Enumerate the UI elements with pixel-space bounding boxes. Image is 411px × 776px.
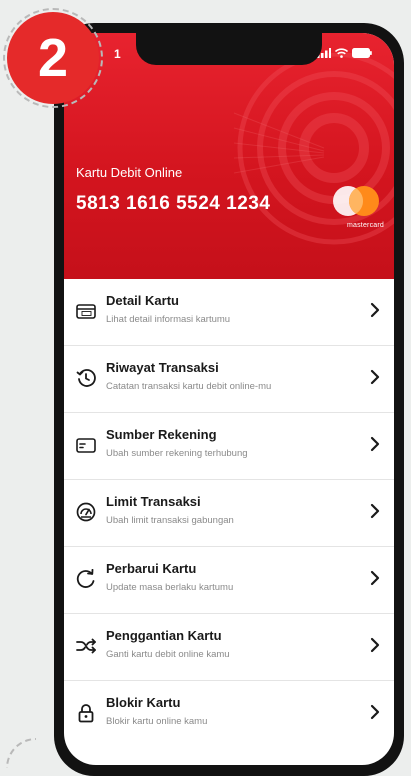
- menu-item-title: Detail Kartu: [106, 293, 179, 308]
- gauge-icon: [76, 502, 96, 522]
- menu-item-title: Perbarui Kartu: [106, 561, 197, 576]
- chevron-right-icon: [370, 704, 380, 720]
- chevron-right-icon: [370, 637, 380, 653]
- menu-item-subtitle: Ganti kartu debit online kamu: [106, 649, 230, 660]
- menu-item-title: Blokir Kartu: [106, 695, 181, 710]
- menu-item-blokir-kartu[interactable]: Blokir Kartu Blokir kartu online kamu: [64, 681, 394, 747]
- menu-item-title: Penggantian Kartu: [106, 628, 222, 643]
- chevron-right-icon: [370, 369, 380, 385]
- battery-icon: [352, 48, 372, 58]
- menu-item-subtitle: Blokir kartu online kamu: [106, 716, 208, 727]
- debit-card-header: 1 Kartu Debit Online 5813 1616 5524 1234…: [64, 33, 394, 279]
- menu-item-riwayat-transaksi[interactable]: Riwayat Transaksi Catatan transaksi kart…: [64, 346, 394, 413]
- menu-item-detail-kartu[interactable]: Detail Kartu Lihat detail informasi kart…: [64, 279, 394, 346]
- step-number: 2: [7, 12, 99, 104]
- card-number: 5813 1616 5524 1234: [76, 193, 271, 214]
- phone-notch: [136, 33, 322, 65]
- tutorial-stage: 1 Kartu Debit Online 5813 1616 5524 1234…: [0, 0, 411, 776]
- status-bar-time: 1: [114, 47, 121, 61]
- account-card-icon: [76, 438, 96, 453]
- mastercard-logo-icon: [333, 186, 379, 216]
- menu-item-subtitle: Lihat detail informasi kartumu: [106, 314, 231, 325]
- phone-screen: 1 Kartu Debit Online 5813 1616 5524 1234…: [64, 33, 394, 765]
- step-badge: 2: [3, 8, 107, 108]
- status-bar-icons: [317, 48, 372, 58]
- menu-item-perbarui-kartu[interactable]: Perbarui Kartu Update masa berlaku kartu…: [64, 547, 394, 614]
- chevron-right-icon: [370, 503, 380, 519]
- chevron-right-icon: [370, 436, 380, 452]
- card-swirl-decoration: [233, 53, 394, 245]
- wifi-icon: [335, 48, 348, 58]
- card-menu-list: Detail Kartu Lihat detail informasi kart…: [64, 279, 394, 747]
- menu-item-penggantian-kartu[interactable]: Penggantian Kartu Ganti kartu debit onli…: [64, 614, 394, 681]
- menu-item-subtitle: Update masa berlaku kartumu: [106, 582, 234, 593]
- menu-item-title: Limit Transaksi: [106, 494, 201, 509]
- shuffle-icon: [76, 638, 96, 654]
- menu-item-subtitle: Catatan transaksi kartu debit online-mu: [106, 381, 272, 392]
- menu-item-sumber-rekening[interactable]: Sumber Rekening Ubah sumber rekening ter…: [64, 413, 394, 480]
- menu-item-title: Riwayat Transaksi: [106, 360, 219, 375]
- refresh-icon: [76, 569, 95, 588]
- card-type-label: Kartu Debit Online: [76, 165, 183, 180]
- lock-icon: [78, 704, 94, 723]
- menu-item-title: Sumber Rekening: [106, 427, 217, 442]
- chevron-right-icon: [370, 302, 380, 318]
- menu-item-subtitle: Ubah sumber rekening terhubung: [106, 448, 248, 459]
- menu-item-subtitle: Ubah limit transaksi gabungan: [106, 515, 234, 526]
- card-cvv-icon: [76, 304, 96, 319]
- chevron-right-icon: [370, 570, 380, 586]
- history-icon: [76, 369, 96, 387]
- phone-frame: 1 Kartu Debit Online 5813 1616 5524 1234…: [54, 23, 404, 776]
- card-network-label: mastercard: [346, 222, 384, 229]
- menu-item-limit-transaksi[interactable]: Limit Transaksi Ubah limit transaksi gab…: [64, 480, 394, 547]
